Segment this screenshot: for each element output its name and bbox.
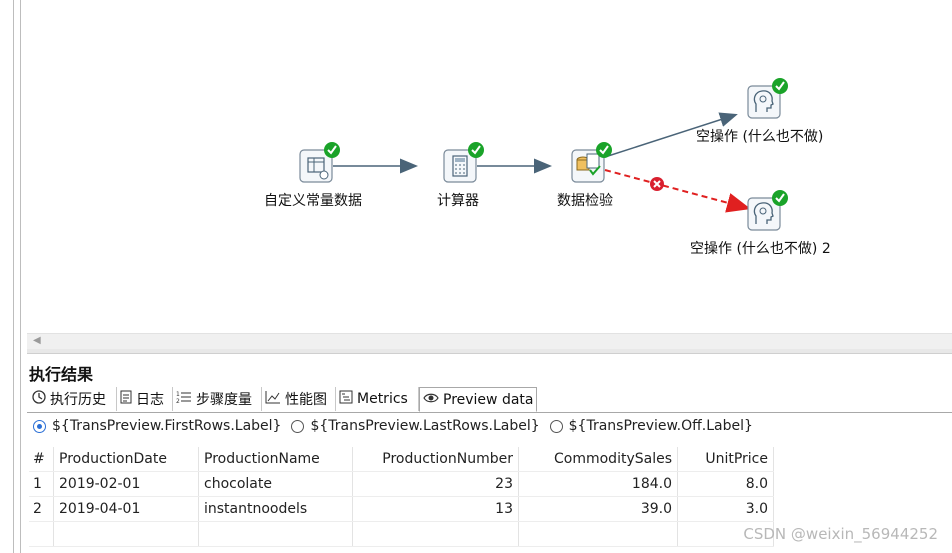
radio-label: ${TransPreview.Off.Label} <box>568 418 753 434</box>
step-label-const: 自定义常量数据 <box>264 193 362 209</box>
radio-unselected-icon <box>549 419 563 433</box>
tab-preview-data[interactable]: Preview data <box>419 387 537 412</box>
tab-label: 执行历史 <box>50 392 106 408</box>
step-data-validator[interactable] <box>571 142 612 183</box>
radio-selected-icon <box>33 419 46 433</box>
tab-metrics[interactable]: Metrics <box>336 387 419 411</box>
svg-text:2: 2 <box>176 398 180 404</box>
tab-performance-chart[interactable]: 性能图 <box>262 387 336 411</box>
eye-icon <box>423 392 439 408</box>
step-label-dummy2: 空操作 (什么也不做) 2 <box>690 241 831 257</box>
cell-production-date: 2019-04-01 <box>53 496 199 522</box>
chart-icon <box>265 390 281 408</box>
results-title: 执行结果 <box>29 365 94 384</box>
cell-production-name: chocolate <box>198 471 353 497</box>
step-calculator[interactable] <box>443 142 484 183</box>
radio-off[interactable]: ${TransPreview.Off.Label} <box>549 418 753 434</box>
step-label-validate: 数据检验 <box>557 193 613 209</box>
preview-mode-options: ${TransPreview.FirstRows.Label} ${TransP… <box>27 413 952 439</box>
log-icon <box>120 390 132 408</box>
tab-log[interactable]: 日志 <box>117 387 173 411</box>
watermark: CSDN @weixin_56944252 <box>743 525 938 543</box>
panel-border <box>13 0 14 553</box>
svg-text:1: 1 <box>176 391 180 398</box>
cell-commodity-sales: 39.0 <box>518 496 678 522</box>
cell-unit-price: 3.0 <box>677 496 774 522</box>
column-header-commodity-sales[interactable]: CommoditySales <box>518 447 678 472</box>
cell-production-number: 23 <box>352 471 519 497</box>
error-hop-icon <box>650 177 664 191</box>
radio-unselected-icon <box>291 419 305 433</box>
metrics-icon <box>339 390 353 408</box>
cell-commodity-sales: 184.0 <box>518 471 678 497</box>
tab-label: Metrics <box>357 391 408 407</box>
cell-unit-price: 8.0 <box>677 471 774 497</box>
tab-label: 日志 <box>136 392 164 408</box>
step-const-data[interactable] <box>299 142 340 183</box>
radio-label: ${TransPreview.LastRows.Label} <box>310 418 540 434</box>
table-header-row: # ProductionDate ProductionName Producti… <box>29 447 774 472</box>
scroll-left-icon[interactable]: ◀ <box>33 335 41 346</box>
transformation-canvas[interactable]: 自定义常量数据 计算器 数据检验 空操作 (什么也不做) 空操作 (什么也不做)… <box>27 0 952 333</box>
tab-label: Preview data <box>443 391 534 408</box>
panel-border <box>20 0 21 553</box>
step-label-dummy1: 空操作 (什么也不做) <box>696 129 824 145</box>
step-dummy-2[interactable] <box>747 190 788 231</box>
panel-divider[interactable] <box>27 349 952 354</box>
cell-production-date: 2019-02-01 <box>53 471 199 497</box>
column-header-index[interactable]: # <box>29 447 54 472</box>
cell-production-name: instantnoodels <box>198 496 353 522</box>
cell-index: 1 <box>29 471 54 497</box>
radio-first-rows[interactable]: ${TransPreview.FirstRows.Label} <box>33 418 281 434</box>
success-check-icon <box>772 78 788 94</box>
canvas-graph <box>299 78 788 231</box>
tab-label: 步骤度量 <box>196 392 252 408</box>
canvas-horizontal-scrollbar[interactable]: ◀ <box>27 333 952 350</box>
table-row[interactable]: 1 2019-02-01 chocolate 23 184.0 8.0 <box>29 471 774 497</box>
success-check-icon <box>324 142 340 158</box>
results-tab-bar: 执行历史 日志 12 步骤度量 性能图 Metrics Preview data <box>27 387 952 413</box>
list-numbers-icon: 12 <box>176 390 192 408</box>
column-header-production-name[interactable]: ProductionName <box>198 447 353 472</box>
clock-icon <box>32 390 46 408</box>
tab-label: 性能图 <box>285 392 327 408</box>
tab-execution-history[interactable]: 执行历史 <box>29 387 117 411</box>
left-panel-edge <box>0 0 26 553</box>
success-check-icon <box>468 142 484 158</box>
tab-step-metrics[interactable]: 12 步骤度量 <box>173 387 262 411</box>
radio-label: ${TransPreview.FirstRows.Label} <box>52 418 282 434</box>
cell-production-number: 13 <box>352 496 519 522</box>
step-label-calc: 计算器 <box>437 193 479 209</box>
table-row-empty <box>29 521 774 547</box>
column-header-production-number[interactable]: ProductionNumber <box>352 447 519 472</box>
hop-validate-dummy2-error[interactable] <box>604 169 751 213</box>
preview-data-table: # ProductionDate ProductionName Producti… <box>29 447 774 547</box>
step-dummy-1[interactable] <box>747 78 788 119</box>
cell-index: 2 <box>29 496 54 522</box>
radio-last-rows[interactable]: ${TransPreview.LastRows.Label} <box>291 418 540 434</box>
success-check-icon <box>596 142 612 158</box>
column-header-production-date[interactable]: ProductionDate <box>53 447 199 472</box>
table-row[interactable]: 2 2019-04-01 instantnoodels 13 39.0 3.0 <box>29 496 774 522</box>
column-header-unit-price[interactable]: UnitPrice <box>677 447 774 472</box>
success-check-icon <box>772 190 788 206</box>
